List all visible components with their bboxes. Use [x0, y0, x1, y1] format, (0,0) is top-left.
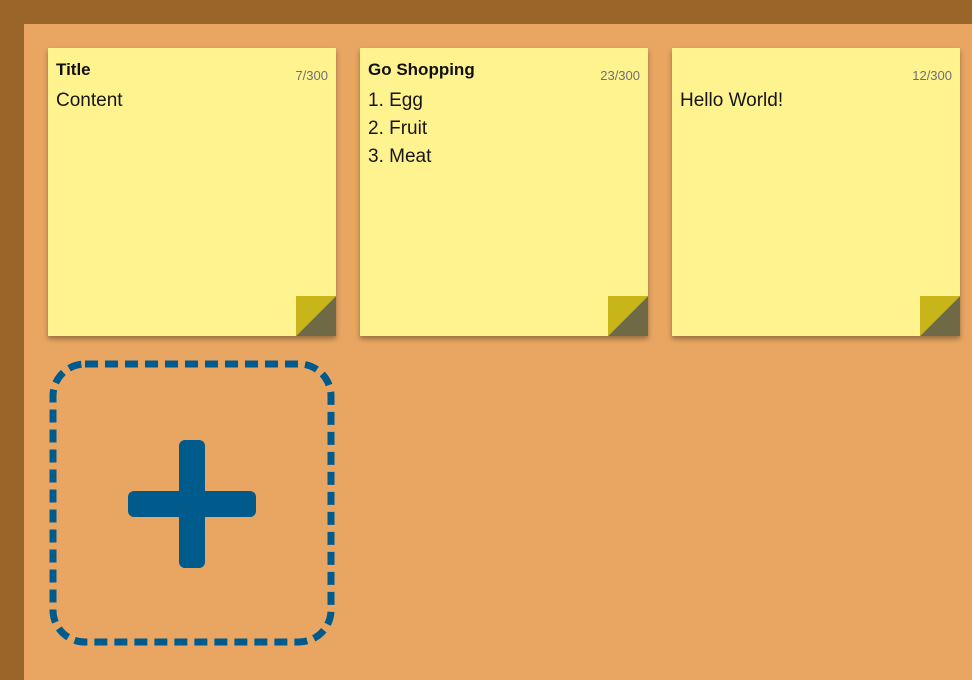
note-title[interactable]: Go Shopping: [368, 60, 564, 80]
note-content[interactable]: Hello World!: [680, 87, 952, 115]
page-fold-icon[interactable]: [296, 296, 336, 336]
note-title[interactable]: Title: [56, 60, 252, 80]
sticky-note[interactable]: 12/300 Hello World!: [672, 48, 960, 336]
sticky-note[interactable]: Title 7/300 Content: [48, 48, 336, 336]
page-fold-icon[interactable]: [608, 296, 648, 336]
plus-icon: [128, 440, 256, 568]
page-fold-icon[interactable]: [920, 296, 960, 336]
sticky-note[interactable]: Go Shopping 23/300 1. Egg 2. Fruit 3. Me…: [360, 48, 648, 336]
character-count: 12/300: [912, 68, 952, 83]
add-note-button[interactable]: [48, 360, 336, 648]
add-note-outline: [49, 360, 335, 646]
note-content[interactable]: 1. Egg 2. Fruit 3. Meat: [368, 87, 640, 171]
note-content[interactable]: Content: [56, 87, 328, 115]
character-count: 7/300: [295, 68, 328, 83]
character-count: 23/300: [600, 68, 640, 83]
sticky-note-board: Title 7/300 Content Go Shopping 23/300 1…: [24, 24, 972, 680]
